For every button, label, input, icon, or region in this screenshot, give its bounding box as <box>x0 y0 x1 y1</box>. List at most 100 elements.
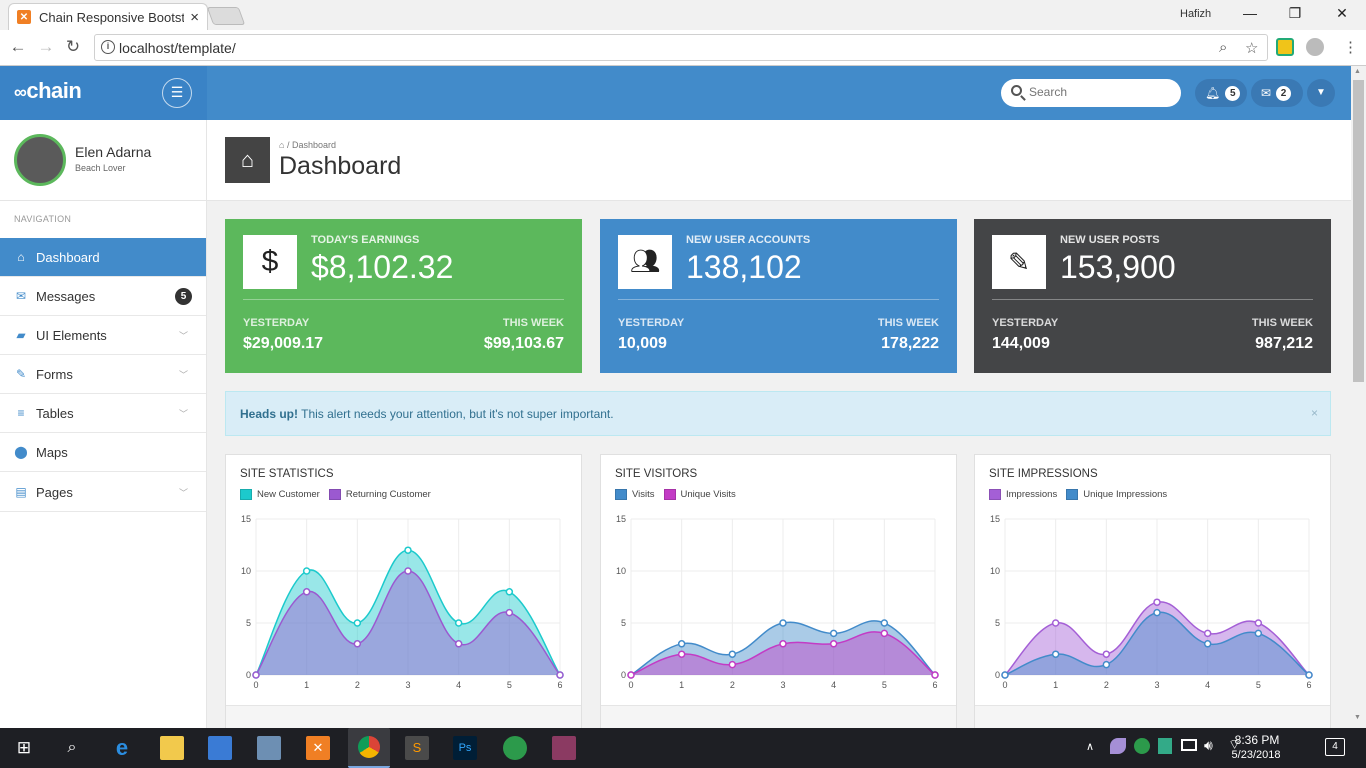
legend-item[interactable]: Unique Impressions <box>1066 489 1167 500</box>
data-point <box>505 608 514 617</box>
chevron-down-icon: ﹀ <box>178 330 188 341</box>
legend-label: Unique Visits <box>680 489 736 500</box>
legend-item[interactable]: Returning Customer <box>328 489 431 500</box>
sidebar-item-ui-elements[interactable]: ▰ UI Elements ﹀ <box>0 316 206 355</box>
window-restore-button[interactable]: ❐ <box>1285 5 1305 22</box>
stat-label: NEW USER POSTS <box>1060 234 1160 246</box>
breadcrumb-home-icon[interactable]: ⌂ <box>279 140 284 150</box>
battery-icon[interactable] <box>1181 739 1197 751</box>
clock-date[interactable]: 5/23/2018 <box>1226 749 1286 761</box>
sidebar-item-dashboard[interactable]: ⌂ Dashboard <box>0 238 206 277</box>
legend-swatch <box>989 489 1001 500</box>
photoshop-icon[interactable]: Ps <box>453 736 477 760</box>
legend-item[interactable]: Unique Visits <box>663 489 736 500</box>
legend-item[interactable]: Impressions <box>989 489 1057 500</box>
stat-week-label: THIS WEEK <box>877 317 939 329</box>
edit-icon: ✎ <box>15 367 27 381</box>
winrar-icon[interactable] <box>552 736 576 760</box>
home-icon: ⌂ <box>225 137 270 183</box>
browser-tab[interactable]: ✕ Chain Responsive Bootstr × <box>8 3 208 30</box>
stat-yesterday-value: $29,009.17 <box>243 335 324 352</box>
page-scrollbar[interactable]: ▲ ▼ <box>1351 66 1366 728</box>
action-center-icon[interactable]: 4 <box>1325 738 1345 756</box>
volume-icon[interactable]: 🔊︎ <box>1204 737 1213 754</box>
file-explorer-icon[interactable] <box>160 736 184 760</box>
x-tick-label: 0 <box>628 680 633 690</box>
alert-strong: Heads up! <box>240 407 299 421</box>
bookmark-star-icon[interactable]: ☆ <box>1245 39 1258 57</box>
user-dropdown-button[interactable]: ▼ <box>1307 79 1335 107</box>
back-arrow-icon[interactable]: ← <box>8 37 28 57</box>
sidebar-item-forms[interactable]: ✎ Forms ﹀ <box>0 355 206 394</box>
search-box[interactable] <box>1001 79 1181 107</box>
sidebar-item-messages[interactable]: ✉ Messages 5 <box>0 277 206 316</box>
logo[interactable]: ∞chain <box>14 78 82 104</box>
data-point <box>1305 671 1313 679</box>
panel-footer <box>601 705 956 729</box>
clock-time[interactable]: 8:36 PM <box>1232 733 1282 747</box>
browser-menu-icon[interactable]: ⋮ <box>1343 38 1358 56</box>
stat-week-value: 178,222 <box>881 335 939 352</box>
alert-close-button[interactable]: × <box>1311 406 1318 420</box>
windows-start-icon[interactable]: ⊞ <box>12 736 36 760</box>
data-point <box>353 640 362 648</box>
tab-close-button[interactable]: × <box>190 9 199 26</box>
url-text[interactable]: localhost/template/ <box>119 40 236 56</box>
stat-box-new-posts: ✎ NEW USER POSTS 153,900 YESTERDAY THIS … <box>974 219 1331 373</box>
info-icon[interactable]: i <box>101 40 115 54</box>
profile-name[interactable]: Elen Adarna <box>75 144 151 160</box>
new-tab-button[interactable] <box>206 7 246 25</box>
xampp-icon[interactable]: ✕ <box>306 736 330 760</box>
legend-item[interactable]: Visits <box>615 489 655 500</box>
tray-feather-icon[interactable] <box>1110 738 1126 754</box>
edge-icon[interactable]: e <box>110 736 134 760</box>
x-tick-label: 3 <box>780 680 785 690</box>
legend-item[interactable]: New Customer <box>240 489 320 500</box>
sidebar-item-maps[interactable]: ⬤ Maps <box>0 433 206 472</box>
browser-profile-name[interactable]: Hafizh <box>1180 8 1211 20</box>
x-tick-label: 5 <box>507 680 512 690</box>
messages-button[interactable]: ✉ 2 <box>1251 79 1303 107</box>
notifications-button[interactable]: 🔔︎ 5 <box>1195 79 1247 107</box>
extension-v-icon[interactable] <box>1276 38 1294 56</box>
legend-swatch <box>615 489 627 500</box>
search-input[interactable] <box>1029 85 1169 99</box>
address-bar[interactable]: i localhost/template/ ⌕ ☆ <box>94 34 1268 61</box>
list-icon: ≡ <box>17 406 25 420</box>
x-tick-label: 5 <box>1256 680 1261 690</box>
sidebar: Elen Adarna Beach Lover NAVIGATION ⌂ Das… <box>0 120 207 728</box>
app-icon[interactable] <box>257 736 281 760</box>
window-minimize-button[interactable]: — <box>1240 5 1260 21</box>
forward-arrow-icon[interactable]: → <box>36 37 56 57</box>
avatar[interactable] <box>14 134 66 186</box>
stat-yesterday-value: 144,009 <box>992 335 1050 352</box>
zoom-icon[interactable]: ⌕ <box>1219 39 1227 56</box>
x-tick-label: 5 <box>882 680 887 690</box>
sidebar-item-label: Messages <box>36 288 96 304</box>
search-icon[interactable]: ⌕ <box>60 736 84 760</box>
data-point <box>252 671 260 679</box>
scroll-up-icon[interactable]: ▲ <box>1354 68 1361 75</box>
reload-icon[interactable]: ↻ <box>63 37 83 57</box>
tray-shield-icon[interactable] <box>1158 738 1172 754</box>
store-icon[interactable] <box>208 736 232 760</box>
tray-chevron-icon[interactable]: ∧ <box>1086 740 1094 753</box>
chrome-taskbar-button[interactable] <box>348 728 390 768</box>
window-close-button[interactable]: ✕ <box>1332 5 1352 22</box>
menu-toggle-button[interactable]: ☰ <box>162 78 192 108</box>
globe-icon[interactable] <box>503 736 527 760</box>
sidebar-item-pages[interactable]: ▤ Pages ﹀ <box>0 473 206 512</box>
logo-text: chain <box>26 78 82 103</box>
scroll-down-icon[interactable]: ▼ <box>1354 714 1361 721</box>
sidebar-item-tables[interactable]: ≡ Tables ﹀ <box>0 394 206 433</box>
area-chart: 0 5 10 15 0 1 2 3 4 5 6 <box>616 514 939 690</box>
data-point <box>728 660 737 669</box>
envelope-icon: ✉ <box>15 289 27 303</box>
data-point <box>1254 619 1263 627</box>
scroll-thumb[interactable] <box>1353 80 1364 382</box>
data-point <box>404 567 412 575</box>
extension-gray-icon[interactable] <box>1306 38 1324 56</box>
x-tick-label: 3 <box>405 680 410 690</box>
tray-globe-icon[interactable] <box>1134 738 1150 754</box>
sublime-icon[interactable]: S <box>405 736 429 760</box>
